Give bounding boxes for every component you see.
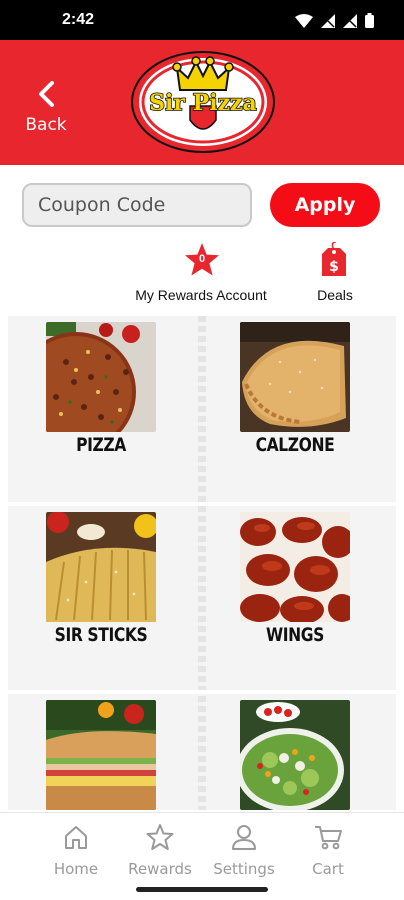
bottom-navigation: Home Rewards Settings Cart bbox=[0, 812, 404, 884]
nav-item-settings[interactable]: Settings bbox=[202, 823, 286, 883]
menu-item-calzone[interactable]: CALZONE bbox=[232, 316, 362, 486]
coupon-code-input[interactable] bbox=[22, 183, 252, 227]
logo-wordmark: Sir Pizza bbox=[149, 90, 257, 116]
nav-label: Home bbox=[53, 860, 99, 878]
menu-item-label: CALZONE bbox=[255, 434, 335, 456]
apply-button[interactable]: Apply bbox=[270, 183, 380, 227]
menu-grid: PIZZA CALZONE SIR STICKS WINGS bbox=[8, 316, 396, 810]
status-time: 2:42 bbox=[62, 11, 95, 28]
app-header: Back Sir Pizza bbox=[0, 40, 404, 165]
rewards-star-badge: 0 bbox=[184, 242, 220, 278]
nav-label: Settings bbox=[213, 860, 275, 878]
wings-image bbox=[240, 512, 350, 622]
menu-item-label: SIR STICKS bbox=[54, 624, 148, 646]
back-label: Back bbox=[25, 115, 67, 135]
chevron-left-icon bbox=[39, 81, 54, 107]
signal-icon bbox=[321, 13, 335, 28]
deals-tag-badge: $ bbox=[320, 242, 348, 278]
my-rewards-account-link[interactable]: 0 My Rewards Account bbox=[134, 242, 268, 306]
nav-item-home[interactable]: Home bbox=[34, 823, 118, 883]
menu-item-wings[interactable]: WINGS bbox=[232, 506, 362, 676]
sir-sticks-image bbox=[46, 512, 156, 622]
deals-link[interactable]: $ Deals bbox=[308, 242, 362, 306]
back-button[interactable]: Back bbox=[18, 80, 74, 142]
battery-icon bbox=[365, 13, 374, 28]
status-icons bbox=[295, 13, 374, 28]
menu-item-salad[interactable] bbox=[232, 694, 362, 810]
status-bar: 2:42 bbox=[0, 0, 404, 40]
rewards-label: My Rewards Account bbox=[135, 287, 267, 303]
home-icon bbox=[65, 826, 87, 849]
menu-item-sir-sticks[interactable]: SIR STICKS bbox=[38, 506, 168, 676]
pizza-image bbox=[46, 322, 156, 432]
gesture-home-indicator[interactable] bbox=[136, 887, 268, 892]
star-icon bbox=[146, 824, 174, 850]
menu-item-sub[interactable] bbox=[38, 694, 168, 810]
nav-item-cart[interactable]: Cart bbox=[286, 823, 370, 883]
nav-item-rewards[interactable]: Rewards bbox=[118, 823, 202, 883]
rewards-count: 0 bbox=[198, 253, 206, 265]
price-tag-icon: $ bbox=[322, 242, 346, 276]
deals-dollar-sign: $ bbox=[329, 259, 339, 275]
nav-label: Cart bbox=[312, 860, 344, 878]
cart-icon bbox=[315, 826, 342, 850]
menu-item-pizza[interactable]: PIZZA bbox=[38, 316, 168, 486]
menu-item-label: WINGS bbox=[266, 624, 324, 646]
user-icon bbox=[232, 825, 256, 850]
sub-sandwich-image bbox=[46, 700, 156, 810]
calzone-image bbox=[240, 322, 350, 432]
sir-pizza-logo: Sir Pizza bbox=[131, 51, 275, 153]
signal-icon-2 bbox=[343, 13, 357, 28]
wifi-icon bbox=[295, 13, 313, 28]
menu-item-label: PIZZA bbox=[76, 434, 126, 456]
nav-label: Rewards bbox=[128, 860, 192, 878]
deals-label: Deals bbox=[317, 287, 353, 303]
salad-image bbox=[240, 700, 350, 810]
menu-divider bbox=[198, 316, 206, 810]
